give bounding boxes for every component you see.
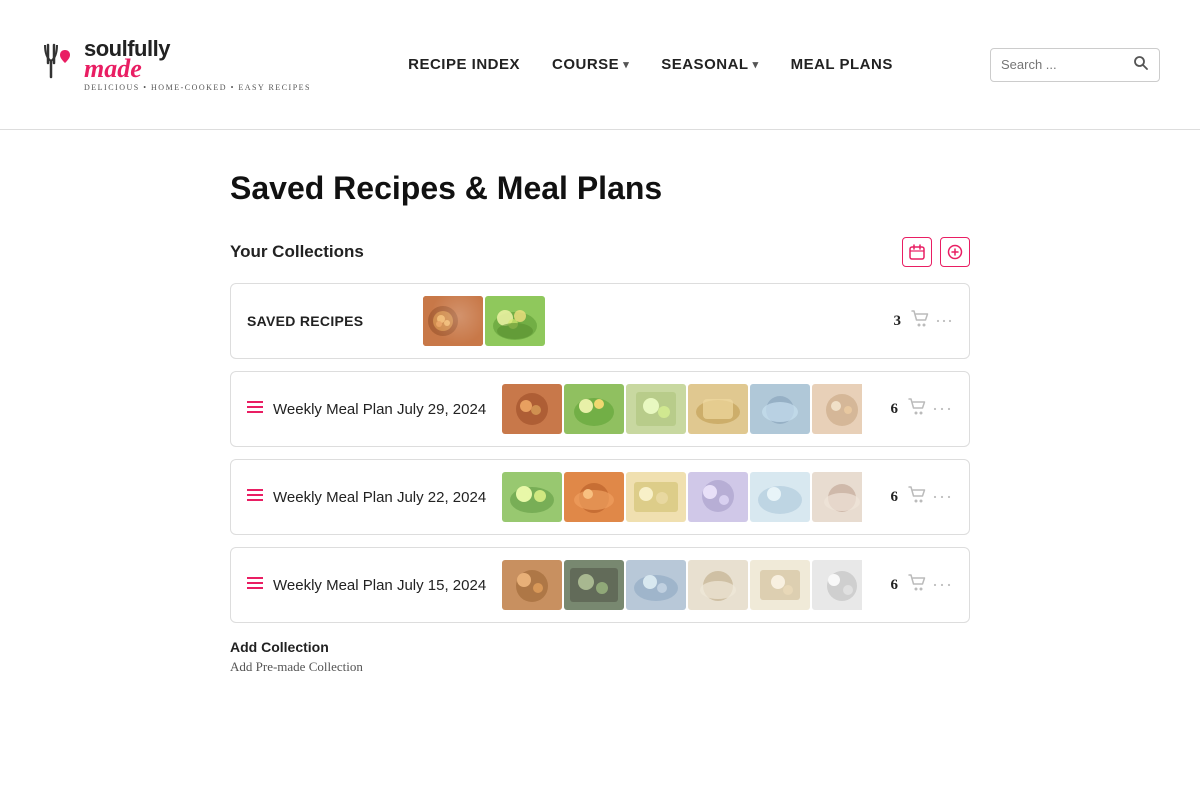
reorder-handle-icon[interactable] (247, 400, 263, 419)
cart-icon[interactable] (908, 574, 926, 597)
collection-name: Weekly Meal Plan July 29, 2024 (273, 401, 486, 418)
header-action-icons (902, 237, 970, 267)
cart-icon[interactable] (908, 486, 926, 509)
search-box (990, 48, 1160, 82)
collection-action-icons: ··· (911, 310, 953, 333)
thumbnail (423, 296, 483, 346)
page-title: Saved Recipes & Meal Plans (230, 170, 970, 207)
thumbnail (812, 384, 862, 434)
thumbnail (485, 296, 545, 346)
collection-card-july29: Weekly Meal Plan July 29, 2024 6 (230, 371, 970, 447)
collection-count: 6 (878, 489, 898, 506)
thumbnail (502, 472, 562, 522)
more-options-icon[interactable]: ··· (932, 399, 953, 420)
collection-count: 6 (878, 577, 898, 594)
thumbnail (688, 384, 748, 434)
thumbnails (502, 384, 862, 434)
thumbnails (502, 560, 862, 610)
reorder-handle-icon[interactable] (247, 488, 263, 507)
search-input[interactable] (1001, 57, 1127, 72)
add-premade-link[interactable]: Add Pre-made Collection (230, 659, 970, 675)
thumbnail (626, 560, 686, 610)
thumbnail (750, 560, 810, 610)
nav-seasonal[interactable]: SEASONAL ▾ (661, 56, 758, 73)
add-collection-link[interactable]: Add Collection (230, 639, 329, 655)
collection-name: Weekly Meal Plan July 22, 2024 (273, 489, 486, 506)
site-header: soulfully made DELICIOUS • HOME-COOKED •… (0, 0, 1200, 130)
add-collection-icon-button[interactable] (940, 237, 970, 267)
collection-card-july15: Weekly Meal Plan July 15, 2024 6 (230, 547, 970, 623)
collection-card-saved-recipes: SAVED RECIPES (230, 283, 970, 359)
thumbnail (502, 560, 562, 610)
collection-name: SAVED RECIPES (247, 313, 407, 329)
collection-name: Weekly Meal Plan July 15, 2024 (273, 577, 486, 594)
thumbnail (812, 472, 862, 522)
thumbnail (564, 384, 624, 434)
collection-count: 3 (881, 313, 901, 330)
thumbnail (688, 472, 748, 522)
main-content: Saved Recipes & Meal Plans Your Collecti… (210, 130, 990, 735)
thumbnail (626, 472, 686, 522)
collections-label: Your Collections (230, 242, 364, 262)
nav-recipe-index[interactable]: RECIPE INDEX (408, 56, 520, 73)
collection-action-icons: ··· (908, 486, 953, 509)
logo-text: soulfully made DELICIOUS • HOME-COOKED •… (84, 38, 311, 92)
nav-course[interactable]: COURSE ▾ (552, 56, 629, 73)
thumbnail (564, 472, 624, 522)
logo[interactable]: soulfully made DELICIOUS • HOME-COOKED •… (40, 38, 311, 92)
collection-action-icons: ··· (908, 574, 953, 597)
thumbnail (626, 384, 686, 434)
search-button[interactable] (1133, 55, 1149, 75)
chevron-down-icon: ▾ (623, 58, 629, 71)
collection-card-july22: Weekly Meal Plan July 22, 2024 6 (230, 459, 970, 535)
more-options-icon[interactable]: ··· (935, 311, 953, 332)
nav-meal-plans[interactable]: MEAL PLANS (791, 56, 893, 73)
thumbnails (423, 296, 865, 346)
thumbnail (502, 384, 562, 434)
more-options-icon[interactable]: ··· (932, 487, 953, 508)
thumbnail (750, 384, 810, 434)
cart-icon[interactable] (908, 398, 926, 421)
calendar-icon-button[interactable] (902, 237, 932, 267)
collection-action-icons: ··· (908, 398, 953, 421)
thumbnail (750, 472, 810, 522)
reorder-handle-icon[interactable] (247, 576, 263, 595)
main-nav: RECIPE INDEX COURSE ▾ SEASONAL ▾ MEAL PL… (408, 56, 893, 73)
collections-header: Your Collections (230, 237, 970, 267)
cart-icon[interactable] (911, 310, 929, 333)
thumbnail (812, 560, 862, 610)
chevron-down-icon: ▾ (753, 58, 759, 71)
collection-count: 6 (878, 401, 898, 418)
logo-tagline: DELICIOUS • HOME-COOKED • EASY RECIPES (84, 84, 311, 92)
add-section: Add Collection Add Pre-made Collection (230, 639, 970, 675)
logo-made: made (84, 56, 311, 82)
thumbnail (564, 560, 624, 610)
thumbnail (688, 560, 748, 610)
fork-heart-icon (40, 41, 76, 89)
thumbnails (502, 472, 862, 522)
more-options-icon[interactable]: ··· (932, 575, 953, 596)
